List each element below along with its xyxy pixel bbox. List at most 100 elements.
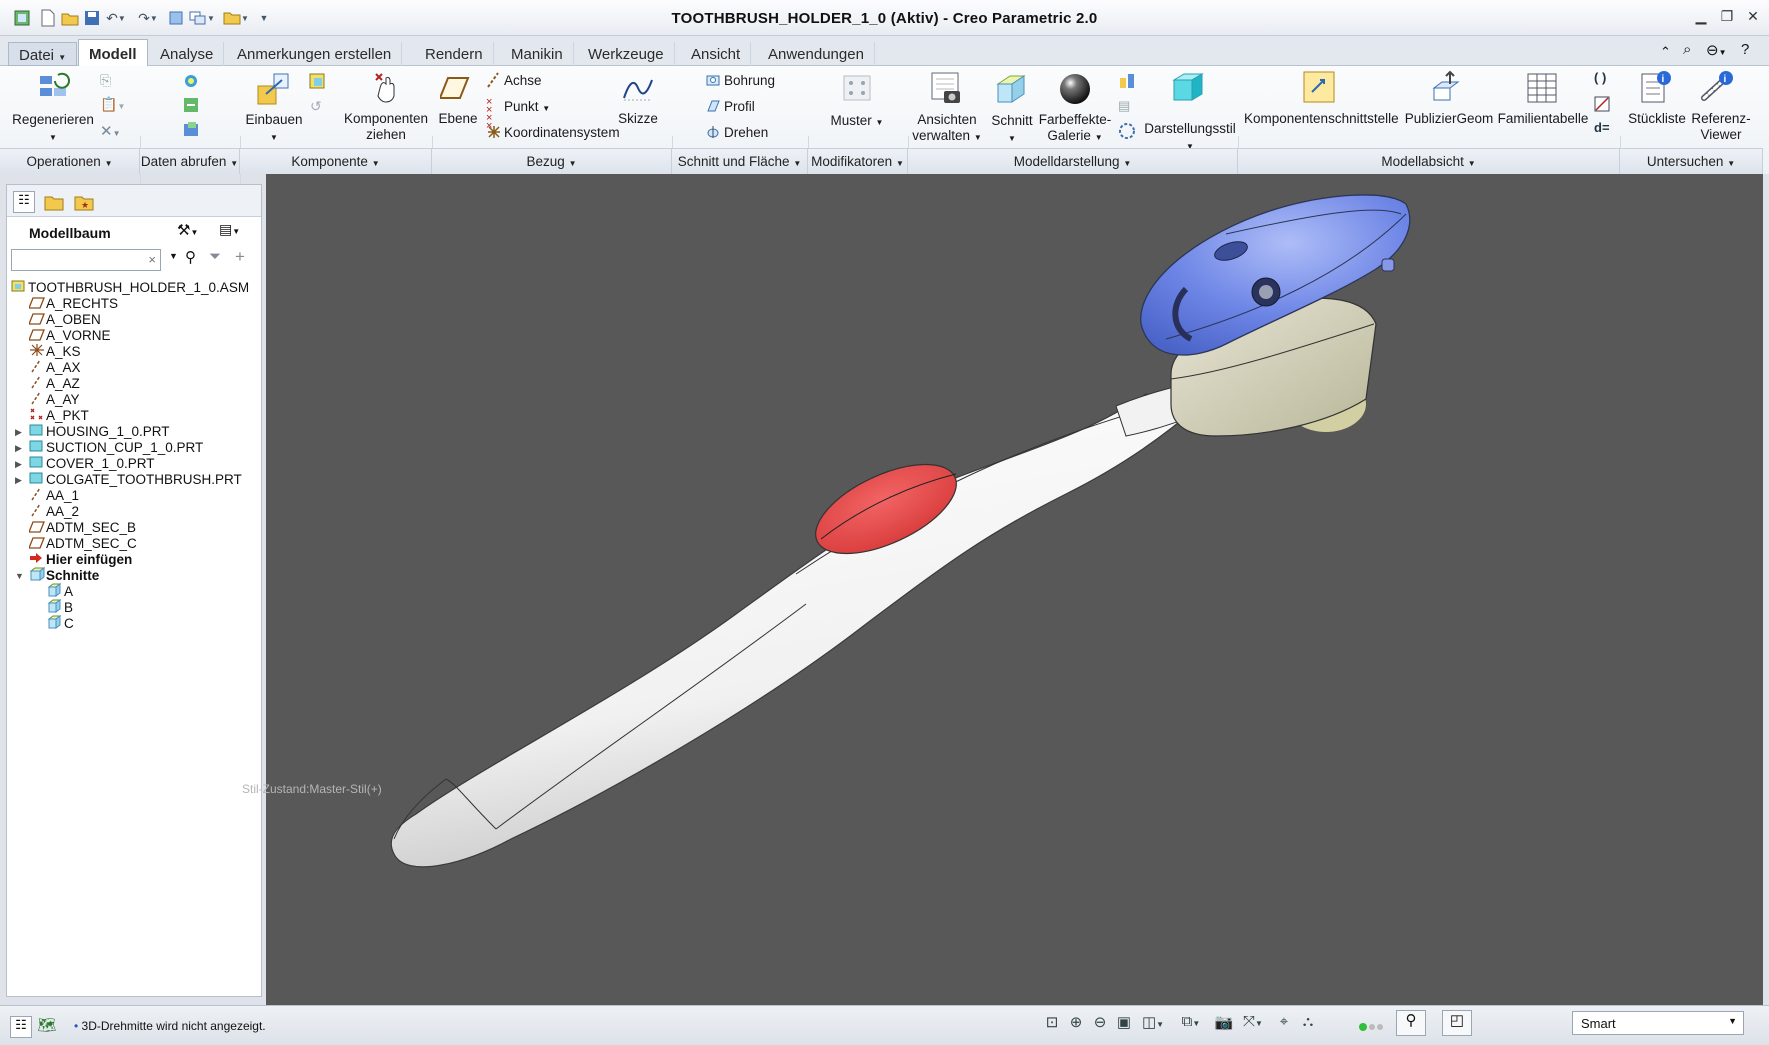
parameters-icon[interactable] bbox=[1594, 96, 1610, 112]
repeat-icon[interactable]: ↺ bbox=[310, 98, 326, 114]
drag-components-button[interactable]: Komponenten ziehen bbox=[336, 111, 436, 143]
group-operationen[interactable]: Operationen ▼ bbox=[0, 148, 140, 174]
group-modelldarstellung[interactable]: Modelldarstellung ▼ bbox=[908, 148, 1238, 174]
revolve-icon[interactable] bbox=[706, 125, 720, 139]
hole-icon[interactable] bbox=[706, 73, 720, 87]
search-dropdown-icon[interactable]: ▼ bbox=[169, 251, 178, 261]
get-data-icon[interactable] bbox=[182, 72, 200, 90]
reference-viewer-button[interactable]: Referenz- Viewer bbox=[1684, 111, 1758, 143]
zoom-out-icon[interactable]: ⊖ bbox=[1090, 1013, 1110, 1033]
search-icon[interactable]: ⌕ bbox=[1683, 41, 1691, 58]
group-bezug[interactable]: Bezug ▼ bbox=[432, 148, 672, 174]
close-icon[interactable]: ✕ bbox=[1742, 8, 1764, 28]
selection-filter-dropdown[interactable]: Smart ▼ bbox=[1572, 1011, 1744, 1035]
publish-geometry-button[interactable]: PublizierGeom bbox=[1402, 111, 1496, 127]
expand-icon[interactable]: ▶ bbox=[15, 471, 22, 489]
group-schnitt-flaeche[interactable]: Schnitt und Fläche ▼ bbox=[672, 148, 808, 174]
zoom-in-icon[interactable]: ⊕ bbox=[1066, 1013, 1086, 1033]
revolve-button[interactable]: Drehen bbox=[724, 125, 768, 141]
copy-icon[interactable]: ⎘ bbox=[100, 72, 116, 88]
group-daten-abrufen[interactable]: Daten abrufen ▼ bbox=[140, 148, 240, 174]
clear-search-icon[interactable]: × bbox=[148, 252, 156, 267]
sketch-icon[interactable] bbox=[622, 74, 654, 104]
favorites-tab-icon[interactable]: ★ bbox=[73, 191, 95, 213]
relations-icon[interactable]: ( ) bbox=[1594, 70, 1610, 86]
selection-box-icon[interactable]: ◰ bbox=[1442, 1010, 1472, 1036]
tree-search-input[interactable]: × bbox=[11, 249, 161, 271]
plane-button[interactable]: Ebene bbox=[436, 111, 480, 127]
folder-browser-tab-icon[interactable] bbox=[43, 191, 65, 213]
assemble-button[interactable]: Einbauen ▼ bbox=[238, 112, 310, 146]
extrude-button[interactable]: Profil bbox=[724, 99, 755, 115]
layers-icon[interactable]: ▤ bbox=[1118, 98, 1136, 114]
datum-plane-icon[interactable] bbox=[438, 74, 470, 102]
tab-werkzeuge[interactable]: Werkzeuge bbox=[578, 42, 675, 66]
find-icon[interactable]: ⚲ bbox=[185, 248, 196, 266]
component-interface-icon[interactable] bbox=[1302, 70, 1336, 104]
view-manager-icon[interactable] bbox=[930, 71, 964, 107]
view-manager-status-icon[interactable]: 📷 bbox=[1214, 1013, 1234, 1033]
point-button[interactable]: Punkt ▼ bbox=[504, 99, 550, 117]
display-style-icon[interactable] bbox=[1170, 70, 1204, 104]
spin-center-icon[interactable]: ⌖ bbox=[1274, 1013, 1294, 1033]
datum-point-icon[interactable]: × × × × bbox=[486, 97, 500, 132]
tree-item[interactable]: C bbox=[47, 615, 74, 633]
delete-icon[interactable]: ✕▼ bbox=[100, 122, 128, 140]
paste-icon[interactable]: 📋▼ bbox=[100, 96, 128, 112]
group-untersuchen[interactable]: Untersuchen ▼ bbox=[1620, 148, 1763, 174]
appearance-gallery-icon[interactable] bbox=[1058, 72, 1092, 106]
reference-viewer-icon[interactable]: i bbox=[1700, 70, 1734, 104]
publish-geometry-icon[interactable] bbox=[1430, 70, 1464, 104]
coordinate-system-icon[interactable] bbox=[486, 124, 502, 140]
minimize-icon[interactable]: ▁ bbox=[1690, 8, 1712, 28]
help-icon[interactable]: ? bbox=[1741, 41, 1749, 58]
model-tree-tab-icon[interactable]: ☷ bbox=[13, 191, 35, 213]
group-modellabsicht[interactable]: Modellabsicht ▼ bbox=[1238, 148, 1620, 174]
saved-views-icon[interactable]: ⧉▼ bbox=[1176, 1013, 1206, 1033]
show-menu-icon[interactable]: ▤▼ bbox=[219, 221, 253, 241]
pattern-button[interactable]: Muster ▼ bbox=[822, 113, 892, 131]
maximize-icon[interactable]: ❐ bbox=[1716, 8, 1738, 28]
hole-button[interactable]: Bohrung bbox=[724, 73, 775, 89]
tab-rendern[interactable]: Rendern bbox=[415, 42, 494, 66]
axis-button[interactable]: Achse bbox=[504, 73, 542, 89]
scene-icon[interactable] bbox=[1118, 72, 1136, 90]
tab-anmerkungen[interactable]: Anmerkungen erstellen bbox=[227, 42, 403, 66]
repaint-icon[interactable]: ▣ bbox=[1114, 1013, 1134, 1033]
regenerate-button[interactable]: Regenerieren ▼ bbox=[12, 112, 94, 146]
tab-datei[interactable]: Datei ▼ bbox=[8, 42, 78, 66]
toggle-navigator-icon[interactable]: ☷ bbox=[10, 1016, 32, 1038]
bom-button[interactable]: Stückliste bbox=[1620, 111, 1694, 127]
find-status-icon[interactable]: ⚲ bbox=[1396, 1010, 1426, 1036]
family-table-icon[interactable] bbox=[1526, 72, 1558, 104]
merge-icon[interactable] bbox=[182, 96, 200, 114]
graphics-viewport[interactable]: Stil-Zustand:Master-Stil(+) bbox=[242, 174, 1763, 1005]
display-style-status-icon[interactable]: ◫▼ bbox=[1138, 1013, 1168, 1033]
bom-icon[interactable]: i bbox=[1638, 70, 1672, 104]
toggle-browser-icon[interactable]: 🗺 bbox=[36, 1016, 58, 1038]
toothbrush-holder-model[interactable] bbox=[266, 174, 1763, 1005]
filter-icon[interactable]: ⏷ bbox=[209, 248, 221, 265]
switch-dimensions-icon[interactable]: d= bbox=[1594, 120, 1610, 136]
group-komponente[interactable]: Komponente ▼ bbox=[240, 148, 432, 174]
section-button[interactable]: Schnitt ▼ bbox=[984, 113, 1040, 147]
coordinate-system-button[interactable]: Koordinatensystem bbox=[504, 125, 620, 141]
tab-anwendungen[interactable]: Anwendungen bbox=[758, 42, 875, 66]
assemble-icon[interactable] bbox=[256, 72, 290, 106]
pattern-icon[interactable] bbox=[842, 74, 872, 102]
tree-settings-icon[interactable]: ⚒▼ bbox=[177, 221, 211, 241]
annotation-display-icon[interactable]: ⛬ bbox=[1298, 1013, 1318, 1033]
drag-components-icon[interactable] bbox=[370, 70, 400, 106]
component-interface-button[interactable]: Komponentenschnittstelle bbox=[1244, 111, 1399, 127]
extrude-icon[interactable] bbox=[706, 99, 720, 113]
collapse-icon[interactable]: ▼ bbox=[15, 567, 24, 585]
group-modifikatoren[interactable]: Modifikatoren ▼ bbox=[808, 148, 908, 174]
refit-icon[interactable]: ⊡ bbox=[1042, 1013, 1062, 1033]
display-style-small-icon[interactable] bbox=[1118, 122, 1136, 140]
collapse-ribbon-icon[interactable]: ⌃ bbox=[1660, 44, 1671, 60]
copy-geometry-icon[interactable] bbox=[182, 120, 200, 138]
family-table-button[interactable]: Familientabelle bbox=[1496, 111, 1590, 127]
tab-manikin[interactable]: Manikin bbox=[501, 42, 574, 66]
tab-modell[interactable]: Modell bbox=[78, 39, 148, 67]
section-icon[interactable] bbox=[994, 72, 1028, 106]
